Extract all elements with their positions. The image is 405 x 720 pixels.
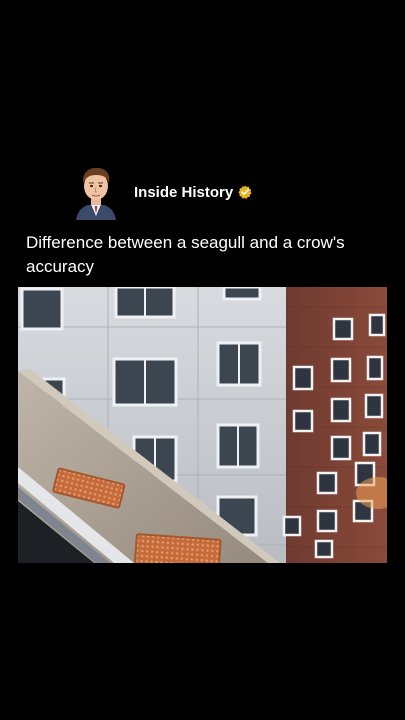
post-header: Inside History xyxy=(72,164,252,220)
video-player[interactable] xyxy=(18,287,387,563)
video-frame xyxy=(18,287,387,563)
verified-badge-icon xyxy=(238,185,252,199)
post-caption: Difference between a seagull and a crow'… xyxy=(26,233,345,276)
author[interactable]: Inside History xyxy=(134,184,252,201)
portrait-icon xyxy=(76,167,116,220)
avatar[interactable] xyxy=(72,164,120,220)
author-name[interactable]: Inside History xyxy=(134,184,233,201)
